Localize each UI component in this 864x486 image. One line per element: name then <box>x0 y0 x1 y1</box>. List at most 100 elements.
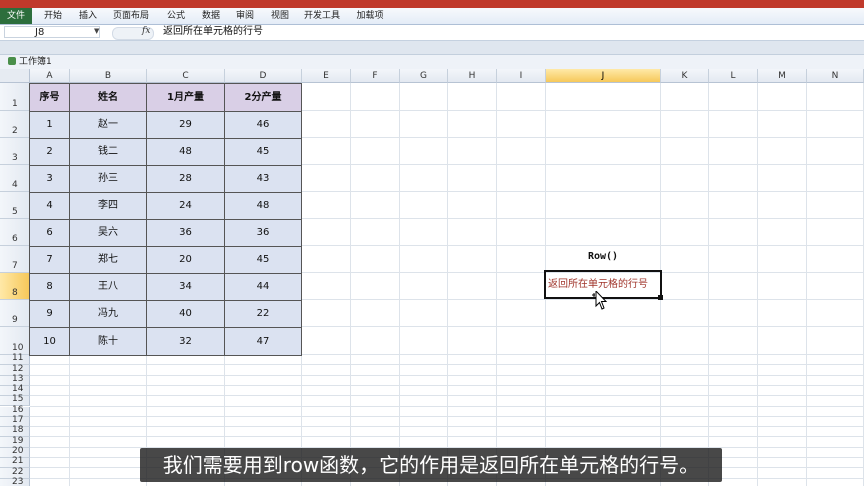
ribbon-tabs: 文件 开始 插入 页面布局 公式 数据 审阅 视图 开发工具 加载项 <box>0 8 864 25</box>
ribbon-tab[interactable]: 数据 <box>196 9 226 23</box>
table-cell[interactable]: 钱二 <box>69 138 147 166</box>
table-cell[interactable]: 48 <box>224 192 302 220</box>
table-cell[interactable]: 3 <box>29 165 70 193</box>
table-cell[interactable]: 44 <box>224 273 302 301</box>
row-number: 10 <box>12 343 24 353</box>
row-number: 8 <box>12 288 18 298</box>
row-number: 14 <box>12 384 24 395</box>
column-header[interactable]: M <box>758 69 807 83</box>
column-header[interactable]: D <box>225 69 302 83</box>
table-cell[interactable]: 7 <box>29 246 70 274</box>
table-cell[interactable]: 6 <box>29 219 70 247</box>
table-cell[interactable]: 赵一 <box>69 111 147 139</box>
table-cell[interactable]: 孙三 <box>69 165 147 193</box>
table-cell[interactable]: 47 <box>224 327 302 356</box>
table-cell[interactable]: 43 <box>224 165 302 193</box>
gridline <box>30 436 864 438</box>
table-cell[interactable]: 46 <box>224 111 302 139</box>
column-header[interactable]: L <box>709 69 758 83</box>
ribbon-tab[interactable]: 开发工具 <box>300 9 344 23</box>
row-number: 6 <box>12 234 18 244</box>
table-cell[interactable]: 48 <box>146 138 225 166</box>
column-header[interactable]: H <box>448 69 497 83</box>
table-cell[interactable]: 45 <box>224 138 302 166</box>
table-cell[interactable]: 9 <box>29 300 70 328</box>
table-cell[interactable]: 36 <box>146 219 225 247</box>
row-header[interactable]: 10 <box>0 327 30 355</box>
table-cell[interactable]: 郑七 <box>69 246 147 274</box>
row-number: 11 <box>12 353 24 364</box>
column-header[interactable]: C <box>147 69 225 83</box>
row-header[interactable]: 4 <box>0 165 30 192</box>
table-cell[interactable]: 40 <box>146 300 225 328</box>
row-header[interactable]: 7 <box>0 246 30 273</box>
column-header[interactable]: E <box>302 69 351 83</box>
row-header[interactable]: 3 <box>0 138 30 165</box>
column-header[interactable]: K <box>661 69 709 83</box>
table-cell[interactable]: 1 <box>29 111 70 139</box>
ribbon-tab[interactable]: 文件 <box>0 8 32 24</box>
column-header[interactable]: N <box>807 69 864 83</box>
column-header[interactable]: I <box>497 69 546 83</box>
table-cell[interactable]: 24 <box>146 192 225 220</box>
row-header[interactable]: 5 <box>0 192 30 219</box>
table-cell[interactable]: 吴六 <box>69 219 147 247</box>
cell-j7[interactable]: Row() <box>546 251 660 262</box>
column-header[interactable]: G <box>400 69 448 83</box>
table-cell[interactable]: 29 <box>146 111 225 139</box>
mouse-cursor-icon <box>592 291 608 310</box>
ribbon-tab[interactable]: 视图 <box>264 9 296 23</box>
ribbon-tab[interactable]: 审阅 <box>230 9 260 23</box>
column-header[interactable]: B <box>70 69 147 83</box>
table-header-cell[interactable]: 2分产量 <box>224 83 302 112</box>
table-header-cell[interactable]: 序号 <box>29 83 70 112</box>
row-header[interactable]: 9 <box>0 300 30 327</box>
column-header[interactable]: F <box>351 69 400 83</box>
row-header[interactable]: 2 <box>0 111 30 138</box>
row-number: 9 <box>12 315 18 325</box>
table-cell[interactable]: 22 <box>224 300 302 328</box>
table-cell[interactable]: 10 <box>29 327 70 356</box>
table-cell[interactable]: 4 <box>29 192 70 220</box>
table-cell[interactable]: 36 <box>224 219 302 247</box>
row-number: 18 <box>12 425 24 436</box>
table-cell[interactable]: 28 <box>146 165 225 193</box>
ribbon-tab[interactable]: 加载项 <box>350 9 390 23</box>
table-cell[interactable]: 32 <box>146 327 225 356</box>
chevron-down-icon[interactable]: ▼ <box>94 27 99 35</box>
table-cell[interactable]: 45 <box>224 246 302 274</box>
workbook-title: 工作簿1 <box>19 57 52 67</box>
spreadsheet-grid[interactable]: A B C D E F G H I J K L M N 1 2 3 4 5 6 7 8 9 10 11 12 13 14 15 16 17 1… <box>0 69 864 486</box>
table-cell[interactable]: 王八 <box>69 273 147 301</box>
table-cell[interactable]: 34 <box>146 273 225 301</box>
ribbon-tab[interactable]: 插入 <box>72 9 104 23</box>
gridline <box>30 395 864 397</box>
ribbon-tab[interactable]: 页面布局 <box>108 9 154 23</box>
row-header[interactable]: 23 <box>0 477 30 486</box>
name-box[interactable]: J8 <box>4 26 100 38</box>
table-header-cell[interactable]: 姓名 <box>69 83 147 112</box>
column-header[interactable]: A <box>30 69 70 83</box>
table-header-cell[interactable]: 1月产量 <box>146 83 225 112</box>
row-number: 2 <box>12 126 18 136</box>
table-cell[interactable]: 陈十 <box>69 327 147 356</box>
row-number: 21 <box>12 456 24 467</box>
gridline <box>30 364 864 366</box>
row-header[interactable]: 1 <box>0 83 30 111</box>
formula-input[interactable]: 返回所在单元格的行号 <box>163 26 263 38</box>
table-cell[interactable]: 20 <box>146 246 225 274</box>
ribbon-tab[interactable]: 公式 <box>160 9 192 23</box>
row-number: 7 <box>12 261 18 271</box>
table-cell[interactable]: 8 <box>29 273 70 301</box>
column-header[interactable]: J <box>546 69 661 83</box>
row-header[interactable]: 8 <box>0 273 30 300</box>
select-all-corner[interactable] <box>0 69 30 83</box>
row-number: 19 <box>12 435 24 446</box>
row-header[interactable]: 6 <box>0 219 30 246</box>
table-cell[interactable]: 李四 <box>69 192 147 220</box>
table-cell[interactable]: 冯九 <box>69 300 147 328</box>
function-icon[interactable]: fx <box>142 26 150 36</box>
fill-handle[interactable] <box>658 295 663 300</box>
table-cell[interactable]: 2 <box>29 138 70 166</box>
ribbon-tab[interactable]: 开始 <box>38 9 68 23</box>
